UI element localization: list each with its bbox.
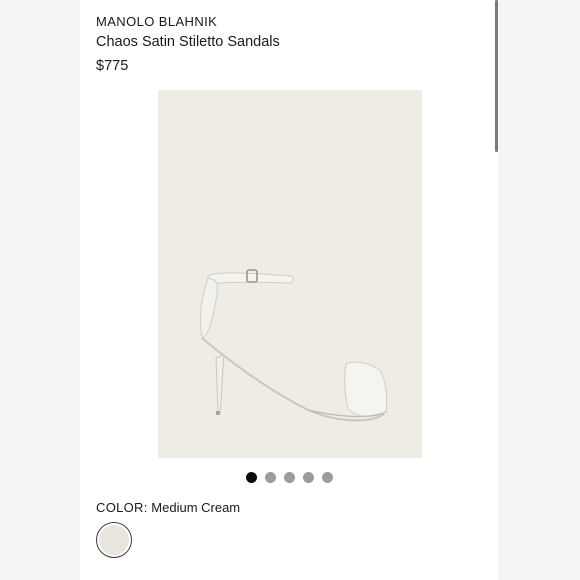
swatch-fill (99, 525, 129, 555)
color-value: Medium Cream (151, 500, 241, 515)
gallery-dot-4[interactable] (302, 472, 314, 483)
color-selection-label: COLOR: Medium Cream (96, 500, 240, 515)
product-page: MANOLO BLAHNIK Chaos Satin Stiletto Sand… (80, 0, 498, 580)
product-brand[interactable]: MANOLO BLAHNIK (96, 14, 217, 29)
product-name: Chaos Satin Stiletto Sandals (96, 34, 280, 50)
scrollbar[interactable] (495, 0, 498, 580)
gallery-dot-1[interactable] (245, 472, 257, 483)
sandal-illustration (199, 269, 388, 422)
gallery-dot-5[interactable] (321, 472, 333, 483)
right-backdrop (498, 0, 580, 580)
product-price: $775 (96, 58, 129, 74)
color-label: COLOR: (96, 500, 148, 515)
color-swatch-medium-cream[interactable] (96, 522, 132, 558)
gallery-pagination (80, 472, 498, 483)
scrollbar-thumb[interactable] (495, 0, 498, 152)
gallery-dot-3[interactable] (283, 472, 295, 483)
gallery-dot-2[interactable] (264, 472, 276, 483)
product-image[interactable] (158, 90, 422, 458)
left-backdrop (0, 0, 80, 580)
